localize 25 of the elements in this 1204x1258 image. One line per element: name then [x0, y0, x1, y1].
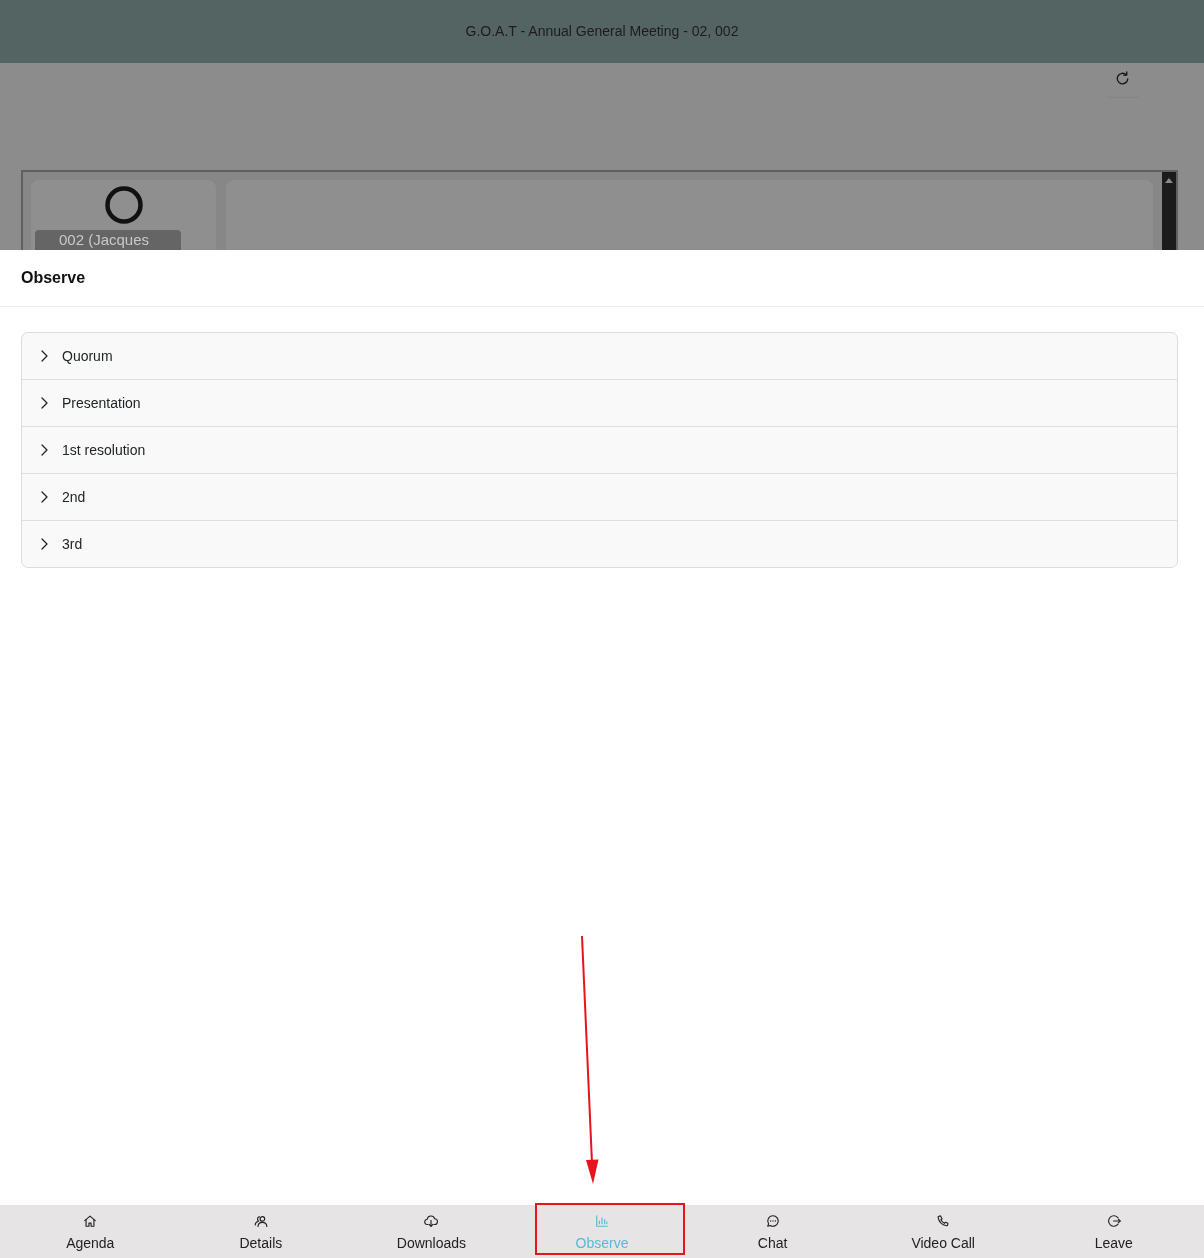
nav-tab[interactable]: Chat: [687, 1205, 858, 1258]
accordion-header[interactable]: Quorum: [22, 333, 1177, 379]
exit-icon: [1106, 1214, 1121, 1228]
nav-tab[interactable]: Details: [175, 1205, 347, 1258]
bar-chart-icon: [595, 1214, 609, 1228]
accordion-header[interactable]: Presentation: [22, 380, 1177, 426]
scrollbar[interactable]: [1162, 172, 1176, 250]
cloud-download-icon: [424, 1214, 439, 1228]
nav-tab[interactable]: Leave: [1028, 1205, 1200, 1258]
avatar-icon: [104, 186, 143, 224]
meeting-title: G.O.A.T - Annual General Meeting - 02, 002: [465, 22, 739, 41]
accordion-header[interactable]: 3rd: [22, 521, 1177, 567]
accordion-header[interactable]: 2nd: [22, 474, 1177, 520]
scroll-up-arrow-icon[interactable]: [1165, 178, 1173, 183]
accordion-header[interactable]: 1st resolution: [22, 427, 1177, 473]
home-icon: [83, 1214, 98, 1228]
refresh-icon: [1115, 71, 1130, 86]
sheet-title: Observe: [21, 268, 86, 288]
nav-tab[interactable]: Downloads: [346, 1205, 517, 1258]
participant-name-tag: 002 (Jacques: [35, 230, 181, 250]
nav-tab[interactable]: Video Call: [857, 1205, 1029, 1258]
phone-icon: [936, 1214, 951, 1228]
chat-bubble-icon: [765, 1214, 780, 1228]
people-icon: [253, 1214, 268, 1228]
nav-tab[interactable]: Agenda: [5, 1205, 176, 1258]
